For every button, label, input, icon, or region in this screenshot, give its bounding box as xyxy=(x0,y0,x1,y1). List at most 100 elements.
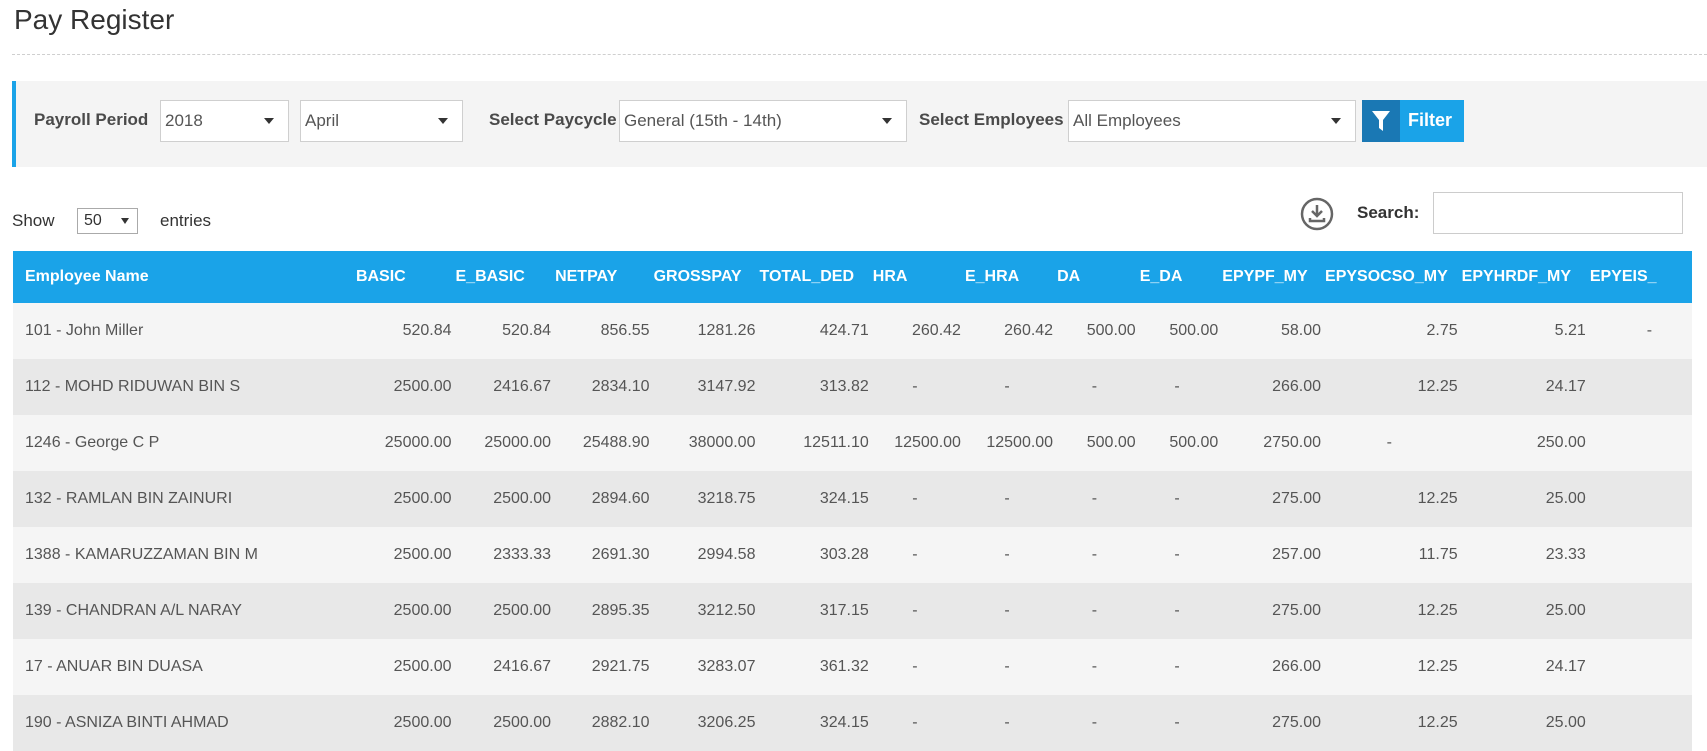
table-cell: - xyxy=(1053,639,1136,695)
table-cell: - xyxy=(1053,359,1136,415)
table-cell: 317.15 xyxy=(755,583,869,639)
table-cell: 24.17 xyxy=(1457,359,1586,415)
column-header[interactable]: DA xyxy=(1053,251,1136,303)
column-header[interactable]: EPYEIS_ xyxy=(1585,251,1692,303)
table-cell: 12500.00 xyxy=(960,415,1054,471)
table-cell: 2500.00 xyxy=(451,695,552,751)
table-cell: 2333.33 xyxy=(451,527,552,583)
table-cell: 3206.25 xyxy=(649,695,756,751)
table-cell: 313.82 xyxy=(755,359,869,415)
table-cell: 7 xyxy=(1585,415,1692,471)
table-cell: - xyxy=(868,583,961,639)
table-cell: 324.15 xyxy=(755,471,869,527)
table-cell: - xyxy=(1585,303,1692,359)
table-cell: 25000.00 xyxy=(351,415,452,471)
column-header[interactable]: GROSSPAY xyxy=(649,251,756,303)
table-cell: 2.75 xyxy=(1321,303,1458,359)
table-cell: 2894.60 xyxy=(551,471,650,527)
column-header[interactable]: Employee Name xyxy=(13,251,352,303)
employees-select[interactable]: All Employees xyxy=(1068,100,1356,142)
table-row: 132 - RAMLAN BIN ZAINURI 2500.00 2500.00 28… xyxy=(13,471,1692,527)
table-cell: 25.00 xyxy=(1457,583,1586,639)
table-cell: 2994.58 xyxy=(649,527,756,583)
chevron-down-icon xyxy=(264,118,274,124)
chevron-down-icon xyxy=(438,118,448,124)
table-cell: 250.00 xyxy=(1457,415,1586,471)
table-cell: 4 xyxy=(1585,359,1692,415)
paycycle-select-value: General (15th - 14th) xyxy=(624,111,782,130)
table-cell: 23.33 xyxy=(1457,527,1586,583)
table-cell: 4 xyxy=(1585,583,1692,639)
table-cell: - xyxy=(868,527,961,583)
column-header[interactable]: NETPAY xyxy=(551,251,650,303)
paycycle-select[interactable]: General (15th - 14th) xyxy=(619,100,907,142)
table-cell: - xyxy=(868,639,961,695)
table-cell: 24.17 xyxy=(1457,639,1586,695)
year-select[interactable]: 2018 xyxy=(160,100,289,142)
employees-select-value: All Employees xyxy=(1073,111,1181,130)
column-header[interactable]: EPYSOCSO_MY xyxy=(1321,251,1458,303)
page-length-select[interactable]: 50 xyxy=(77,208,138,234)
title-divider xyxy=(12,54,1707,55)
table-cell: 260.42 xyxy=(868,303,961,359)
table-cell: 25000.00 xyxy=(451,415,552,471)
column-header[interactable]: EPYHRDF_MY xyxy=(1457,251,1586,303)
column-header[interactable]: BASIC xyxy=(351,251,452,303)
table-cell: 4 xyxy=(1585,639,1692,695)
table-cell: 1281.26 xyxy=(649,303,756,359)
month-select[interactable]: April xyxy=(300,100,463,142)
table-cell: 2500.00 xyxy=(351,583,452,639)
table-cell: - xyxy=(960,359,1054,415)
table-row: 1388 - KAMARUZZAMAN BIN M 2500.00 2333.33 2… xyxy=(13,527,1692,583)
table-cell: 856.55 xyxy=(551,303,650,359)
table-cell: - xyxy=(1135,471,1219,527)
employees-label: Select Employees xyxy=(919,110,1064,129)
table-cell: 25.00 xyxy=(1457,471,1586,527)
table-cell: 2416.67 xyxy=(451,639,552,695)
column-header[interactable]: E_BASIC xyxy=(451,251,552,303)
table-cell: 12.25 xyxy=(1321,471,1458,527)
table-cell: 257.00 xyxy=(1218,527,1322,583)
entries-label: entries xyxy=(160,211,212,230)
table-cell: 2500.00 xyxy=(351,527,452,583)
month-select-value: April xyxy=(305,111,340,130)
pay-register-table: Employee Name BASIC E_BASIC NETPAY GROSSPAY T… xyxy=(13,251,1692,751)
table-cell: 3283.07 xyxy=(649,639,756,695)
page-title: Pay Register xyxy=(14,4,175,35)
table-cell: 266.00 xyxy=(1218,639,1322,695)
table-cell: 12.25 xyxy=(1321,695,1458,751)
table-cell: - xyxy=(1053,471,1136,527)
table-cell: 25.00 xyxy=(1457,695,1586,751)
table-cell: 500.00 xyxy=(1135,303,1219,359)
table-cell: 2834.10 xyxy=(551,359,650,415)
column-header[interactable]: HRA xyxy=(868,251,961,303)
page-length-value: 50 xyxy=(84,212,102,229)
table-cell: 12511.10 xyxy=(755,415,869,471)
chevron-down-icon xyxy=(1331,118,1341,124)
table-cell: 58.00 xyxy=(1218,303,1322,359)
column-header[interactable]: TOTAL_DED xyxy=(755,251,869,303)
search-input[interactable] xyxy=(1433,192,1683,234)
table-cell: 12500.00 xyxy=(868,415,961,471)
column-header[interactable]: E_HRA xyxy=(960,251,1054,303)
filter-icon xyxy=(1362,100,1400,142)
table-cell: - xyxy=(868,695,961,751)
column-header[interactable]: E_DA xyxy=(1135,251,1219,303)
table-row: 112 - MOHD RIDUWAN BIN S 2500.00 2416.67 28… xyxy=(13,359,1692,415)
caret-down-icon xyxy=(121,218,129,224)
table-cell: 500.00 xyxy=(1053,303,1136,359)
table-cell: 2500.00 xyxy=(351,471,452,527)
table-cell: 12.25 xyxy=(1321,583,1458,639)
download-icon[interactable] xyxy=(1300,197,1334,231)
column-header[interactable]: EPYPF_MY xyxy=(1218,251,1322,303)
table-cell: 3147.92 xyxy=(649,359,756,415)
table-cell: - xyxy=(1135,359,1219,415)
year-select-value: 2018 xyxy=(165,111,203,130)
table-cell: 2416.67 xyxy=(451,359,552,415)
table-cell: 520.84 xyxy=(351,303,452,359)
table-cell: 4 xyxy=(1585,695,1692,751)
table-cell: 303.28 xyxy=(755,527,869,583)
filter-button[interactable]: Filter xyxy=(1362,100,1464,142)
employee-name-cell: 1388 - KAMARUZZAMAN BIN M xyxy=(13,527,352,583)
table-row: 17 - ANUAR BIN DUASA 2500.00 2416.67 2921.7… xyxy=(13,639,1692,695)
